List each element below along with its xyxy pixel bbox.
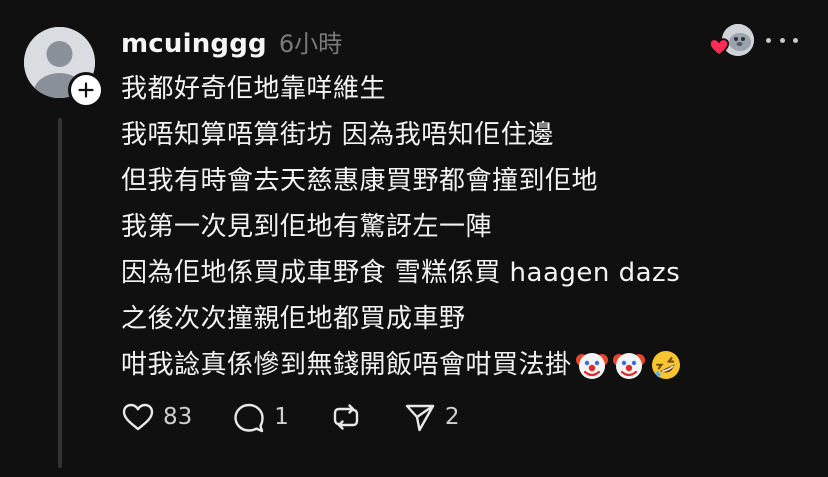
clown-face-emoji [575,348,609,382]
clown-face-emoji [612,348,646,382]
more-dot [779,37,785,43]
thread-line [58,118,62,468]
share-button[interactable]: 2 [403,400,460,434]
share-count: 2 [444,404,460,430]
post-text-line: 之後次次撞親佢地都買成車野 [121,304,466,334]
timestamp: 6小時 [278,30,343,58]
reply-button[interactable]: 1 [232,400,289,434]
rolling-on-floor-laughing-emoji [649,348,683,382]
more-icon[interactable] [766,30,798,50]
post-actions: 83 1 2 [121,400,500,434]
username[interactable]: mcuinggg [121,29,267,59]
post-text-line: 我都好奇佢地靠咩維生 [121,74,387,104]
post-text-line: 因為佢地係買成車野食 雪糕係買 haagen dazs [121,258,681,288]
heart-icon [122,403,154,431]
thread-post: mcuinggg 6小時 我都好奇佢地靠咩維生 我唔知算唔算街坊 因為我唔知佢住… [0,0,828,477]
repost-button[interactable] [329,400,363,434]
more-dot [766,37,771,43]
post-body: 我都好奇佢地靠咩維生 我唔知算唔算街坊 因為我唔知佢住邊 但我有時會去天慈惠康買… [121,66,683,388]
repost-icon [333,404,359,430]
reply-count: 1 [274,404,289,430]
plus-icon [78,82,94,98]
post-text-line: 我第一次見到佢地有驚訝左一陣 [121,212,493,242]
like-count: 83 [163,404,193,430]
follow-button[interactable] [68,72,104,108]
post-header: mcuinggg 6小時 [121,24,342,59]
red-heart-icon [708,36,730,58]
post-text-line: 咁我諗真係慘到無錢開飯唔會咁買法掛 [121,350,572,380]
more-dot [793,37,798,43]
send-icon [405,404,435,432]
comment-bubble-icon [234,403,264,433]
post-text-line-with-emoji: 咁我諗真係慘到無錢開飯唔會咁買法掛 [121,342,683,388]
liked-by-indicator[interactable] [708,24,756,58]
post-text-line: 我唔知算唔算街坊 因為我唔知佢住邊 [121,120,554,150]
like-button[interactable]: 83 [121,400,192,434]
post-text-line: 但我有時會去天慈惠康買野都會撞到佢地 [121,166,599,196]
